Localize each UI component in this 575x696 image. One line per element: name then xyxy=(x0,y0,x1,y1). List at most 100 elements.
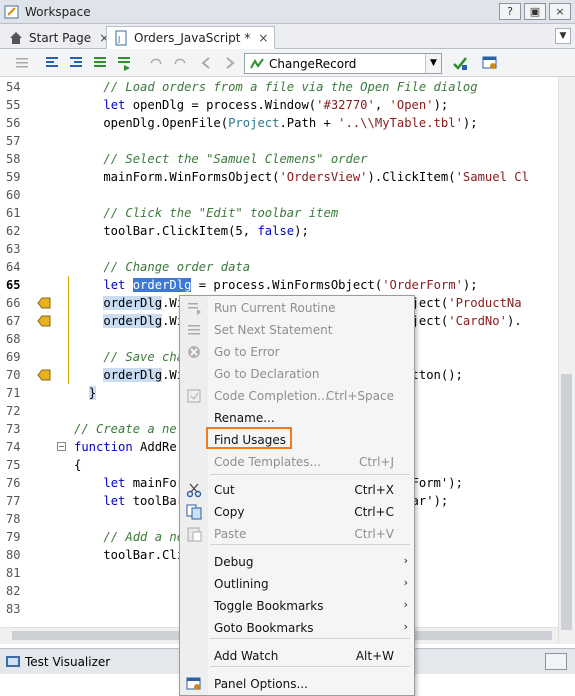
collapse-icon[interactable]: − xyxy=(57,442,66,451)
code-token: toolBar.ClickItem(5, xyxy=(74,224,258,238)
code-token: let xyxy=(103,278,126,292)
format-code-icon[interactable] xyxy=(92,55,108,71)
line-number: 61 xyxy=(6,206,21,220)
bookmark-icon[interactable] xyxy=(37,369,51,381)
menu-item-goto-bookmarks[interactable]: Goto Bookmarks › xyxy=(180,617,416,639)
menu-item-label: Cut xyxy=(214,483,235,497)
line-number: 58 xyxy=(6,152,21,166)
code-token: orderDlg xyxy=(103,314,163,328)
menu-item-shortcut: Alt+W xyxy=(355,649,394,663)
code-line[interactable]: mainForm.WinFormsObject('OrdersView').Cl… xyxy=(74,168,529,186)
outdent-icon[interactable] xyxy=(116,55,132,71)
panel-options-icon xyxy=(186,676,202,692)
line-number: 79 xyxy=(6,530,21,544)
menu-item-shortcut: Ctrl+C xyxy=(354,505,394,519)
code-token: // Select the "Samuel Clemens" order xyxy=(103,152,368,166)
code-line[interactable]: // Select the "Samuel Clemens" order xyxy=(74,150,368,168)
menu-item-debug[interactable]: Debug › xyxy=(180,551,416,573)
bookmark-icon[interactable] xyxy=(37,297,51,309)
menu-item-add-watch[interactable]: Add Watch Alt+W xyxy=(180,645,416,667)
menu-item-shortcut: Ctrl+J xyxy=(359,455,394,469)
submenu-arrow-icon: › xyxy=(403,576,408,589)
code-token: let xyxy=(103,98,126,112)
next-statement-icon xyxy=(186,322,202,338)
back-arrow-icon xyxy=(198,55,214,71)
code-line[interactable]: toolBar.ClickItem(5, false); xyxy=(74,222,308,240)
code-token: '..\\MyTable.tbl' xyxy=(338,116,463,130)
panel-settings-icon[interactable] xyxy=(482,55,498,71)
menu-item-outlining[interactable]: Outlining › xyxy=(180,573,416,595)
code-line[interactable]: // Load orders from a file via the Open … xyxy=(74,78,477,96)
code-line[interactable]: // Add a new xyxy=(74,528,191,546)
restore-panel-button[interactable] xyxy=(545,653,567,670)
align-left-icon[interactable] xyxy=(44,55,60,71)
menu-item-code-templates: Code Templates... Ctrl+J xyxy=(180,451,416,473)
code-line[interactable]: // Save chan xyxy=(74,348,191,366)
code-line[interactable]: function AddRe xyxy=(74,438,177,456)
close-tab-icon[interactable]: × xyxy=(258,31,268,45)
code-token: openDlg = process.Window( xyxy=(125,98,317,112)
code-token: let xyxy=(103,494,126,508)
code-token: , xyxy=(374,98,390,112)
line-number: 82 xyxy=(6,584,21,598)
tab-start-page[interactable]: Start Page × xyxy=(2,26,115,49)
tab-orders-javascript[interactable]: J Orders_JavaScript * × xyxy=(106,26,276,49)
help-button[interactable]: ? xyxy=(499,3,521,20)
menu-item-copy[interactable]: Copy Ctrl+C xyxy=(180,501,416,523)
code-line[interactable]: openDlg.OpenFile(Project.Path + '..\\MyT… xyxy=(74,114,477,132)
code-line[interactable]: toolBar.Clic xyxy=(74,546,191,564)
run-routine-icon xyxy=(186,300,202,316)
menu-item-rename[interactable]: Rename... xyxy=(180,407,416,429)
tab-list-dropdown[interactable]: ▼ xyxy=(555,28,571,44)
code-line[interactable]: let openDlg = process.Window('#32770', '… xyxy=(74,96,448,114)
code-line[interactable]: // Click the "Edit" toolbar item xyxy=(74,204,338,222)
code-token: '#32770' xyxy=(316,98,375,112)
submenu-arrow-icon: › xyxy=(403,554,408,567)
code-line[interactable]: let orderDlg = process.WinFormsObject('O… xyxy=(74,276,478,294)
scissors-icon xyxy=(186,482,202,498)
menu-item-paste: Paste Ctrl+V xyxy=(180,523,416,545)
line-number: 55 xyxy=(6,98,21,112)
menu-item-label: Toggle Bookmarks xyxy=(214,599,324,613)
restore-button[interactable]: ▣ xyxy=(524,3,546,20)
menu-separator xyxy=(210,638,410,639)
line-number: 74 xyxy=(6,440,21,454)
chevron-down-icon[interactable]: ▼ xyxy=(425,54,441,73)
menu-item-label: Set Next Statement xyxy=(214,323,333,337)
code-token: mainForm.WinFormsObject( xyxy=(74,170,280,184)
vertical-scroll-thumb[interactable] xyxy=(561,374,572,630)
window-title: Workspace xyxy=(25,4,91,19)
context-menu: Run Current Routine Set Next Statement Go … xyxy=(179,295,415,696)
code-line[interactable]: { xyxy=(74,456,81,474)
bookmark-icon[interactable] xyxy=(37,315,51,327)
menu-separator xyxy=(210,544,410,545)
indent-icon[interactable] xyxy=(68,55,84,71)
routine-combo[interactable]: ChangeRecord ▼ xyxy=(244,53,442,74)
test-visualizer-icon xyxy=(5,654,21,670)
find-usages-highlight xyxy=(206,427,292,449)
menu-item-label: Rename... xyxy=(214,411,275,425)
code-line[interactable]: // Create a ne xyxy=(74,420,177,438)
add-checkpoint-icon[interactable] xyxy=(452,55,468,71)
menu-item-cut[interactable]: Cut Ctrl+X xyxy=(180,479,416,501)
menu-item-panel-options[interactable]: Panel Options... xyxy=(180,673,416,695)
menu-item-go-to-declaration: Go to Declaration xyxy=(180,363,416,385)
code-token: ). xyxy=(506,314,522,328)
toggle-comment-icon[interactable] xyxy=(14,55,30,71)
menu-item-toggle-bookmarks[interactable]: Toggle Bookmarks › xyxy=(180,595,416,617)
code-token: } xyxy=(88,386,97,400)
line-number: 71 xyxy=(6,386,21,400)
close-window-button[interactable]: × xyxy=(549,3,571,20)
editor-tabstrip: Start Page × J Orders_JavaScript * × ▼ xyxy=(0,24,575,49)
code-line[interactable]: } xyxy=(74,384,97,402)
code-line[interactable]: // Change order data xyxy=(74,258,250,276)
tab-label: Orders_JavaScript * xyxy=(134,30,251,45)
